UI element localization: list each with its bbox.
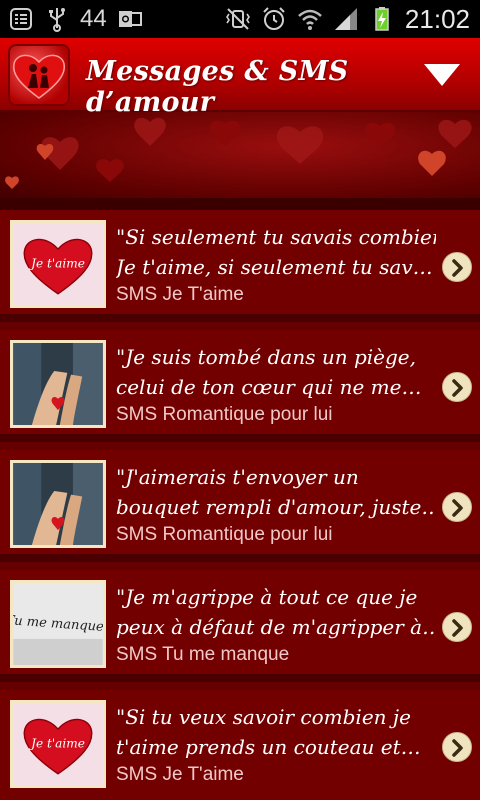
outlook-icon xyxy=(118,11,142,27)
message-line-2: bouquet rempli d'amour, juste… xyxy=(116,495,436,519)
usb-icon xyxy=(49,8,65,32)
message-preview: "Je m'agrippe à tout ce que je peux à dé… xyxy=(116,582,436,642)
thumb-label: Je t'aime xyxy=(28,257,85,271)
list-item[interactable]: "Je suis tombé dans un piège, celui de t… xyxy=(0,330,480,442)
thumb-label: Je t'aime xyxy=(28,737,85,751)
message-category: SMS Romantique pour lui xyxy=(116,404,333,425)
message-line-1: "Je suis tombé dans un piège, xyxy=(116,345,416,369)
list-item[interactable]: Tu me manques "Je m'agrippe à tout ce qu… xyxy=(0,570,480,682)
message-category: SMS Tu me manque xyxy=(116,644,290,665)
chevron-right-icon[interactable] xyxy=(442,252,472,282)
thumbnail-heart-je-taime: Je t'aime xyxy=(10,700,106,788)
wifi-icon xyxy=(298,9,322,30)
message-line-2: Je t'aime, si seulement tu sav… xyxy=(116,255,433,279)
signal-icon xyxy=(334,8,357,30)
list-item[interactable]: "J'aimerais t'envoyer un bouquet rempli … xyxy=(0,450,480,562)
message-line-1: "Si seulement tu savais combien xyxy=(116,225,436,249)
battery-charging-icon xyxy=(375,7,389,31)
message-line-2: peux à défaut de m'agripper à… xyxy=(116,615,436,639)
thumbnail-hands-heart xyxy=(10,340,106,428)
chevron-right-icon[interactable] xyxy=(442,612,472,642)
message-list: Je t'aime "Si seulement tu savais combie… xyxy=(0,210,480,800)
thumbnail-hands-heart xyxy=(10,460,106,548)
chevron-right-icon[interactable] xyxy=(442,372,472,402)
list-item[interactable]: Je t'aime "Si seulement tu savais combie… xyxy=(0,210,480,322)
message-line-1: "Je m'agrippe à tout ce que je xyxy=(116,585,418,609)
notification-list-icon xyxy=(10,8,32,30)
message-line-1: "J'aimerais t'envoyer un xyxy=(116,465,359,489)
chevron-right-icon[interactable] xyxy=(442,732,472,762)
thumbnail-heart-je-taime: Je t'aime xyxy=(10,220,106,308)
status-bar: 44 21:02 xyxy=(0,0,480,38)
message-preview: "Si seulement tu savais combien Je t'aim… xyxy=(116,222,436,282)
dropdown-arrow-icon[interactable] xyxy=(422,60,462,90)
thumbnail-tu-me-manques: Tu me manques xyxy=(10,580,106,668)
list-item[interactable]: Je t'aime "Si tu veux savoir combien je … xyxy=(0,690,480,800)
list-divider xyxy=(0,198,480,210)
app-title: Messages & SMS d’amour xyxy=(86,56,349,118)
message-preview: "Si tu veux savoir combien je t'aime pre… xyxy=(116,702,436,762)
alarm-icon xyxy=(263,7,285,30)
app-logo-icon[interactable] xyxy=(8,44,70,106)
message-category: SMS Je T'aime xyxy=(116,764,244,785)
notification-count: 44 xyxy=(80,5,107,32)
message-preview: "J'aimerais t'envoyer un bouquet rempli … xyxy=(116,462,436,522)
vibrate-mute-icon xyxy=(225,8,250,30)
hearts-decoration xyxy=(5,117,472,189)
message-line-2: t'aime prends un couteau et… xyxy=(116,735,421,759)
chevron-right-icon[interactable] xyxy=(442,492,472,522)
message-line-1: "Si tu veux savoir combien je xyxy=(116,705,411,729)
clock: 21:02 xyxy=(404,3,470,34)
message-category: SMS Romantique pour lui xyxy=(116,524,333,545)
message-preview: "Je suis tombé dans un piège, celui de t… xyxy=(116,342,436,402)
message-line-2: celui de ton cœur qui ne me… xyxy=(116,375,422,399)
hearts-banner xyxy=(0,112,480,198)
message-category: SMS Je T'aime xyxy=(116,284,244,305)
app-header: Messages & SMS d’amour xyxy=(0,38,480,118)
